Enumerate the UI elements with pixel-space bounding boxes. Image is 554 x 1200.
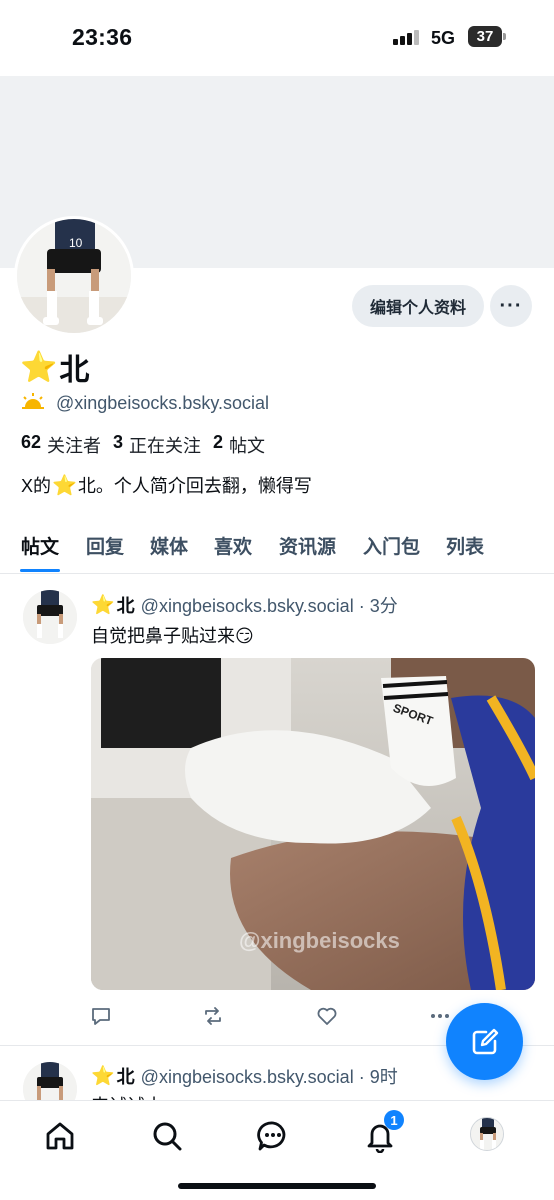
star-icon: ⭐ [20, 350, 58, 384]
tab-likes[interactable]: 喜欢 [214, 532, 252, 559]
post-author-name[interactable]: 北 [117, 592, 135, 618]
bio-suffix: 北。个人简介回去翻，懒得写 [77, 476, 312, 496]
tab-starter-packs[interactable]: 入门包 [363, 532, 420, 559]
nav-profile-avatar[interactable] [470, 1117, 504, 1151]
posts-count: 2 [213, 432, 224, 452]
post-header: ⭐ 北 @xingbeisocks.bsky.social · 3分 [91, 592, 398, 618]
tab-replies[interactable]: 回复 [86, 532, 124, 559]
post-avatar[interactable] [23, 590, 77, 644]
tab-media[interactable]: 媒体 [150, 532, 188, 559]
search-icon[interactable] [150, 1119, 184, 1153]
post-author-name[interactable]: 北 [117, 1063, 135, 1089]
home-icon[interactable] [43, 1119, 77, 1153]
tab-feeds[interactable]: 资讯源 [279, 532, 336, 559]
followers-count[interactable]: 62 [21, 432, 41, 458]
post-header: ⭐ 北 @xingbeisocks.bsky.social · 9时 [91, 1063, 398, 1089]
compose-button[interactable] [446, 1003, 523, 1080]
notifications-badge: 1 [384, 1110, 404, 1130]
watermark-text: @xingbeisocks [239, 928, 400, 953]
post-author[interactable]: ⭐ 北 [91, 592, 135, 618]
post-text: 自觉把鼻子贴过来😏 [91, 626, 254, 646]
profile-bio: X的 ⭐ 北。个人简介回去翻，懒得写 [21, 472, 312, 498]
post-handle-time[interactable]: @xingbeisocks.bsky.social · 3分 [141, 592, 398, 618]
home-indicator[interactable] [178, 1183, 376, 1189]
like-icon[interactable] [315, 1004, 339, 1028]
handle-row: @xingbeisocks.bsky.social [22, 393, 269, 414]
display-name-text: 北 [59, 354, 90, 387]
active-tab-indicator [20, 569, 60, 572]
handle-text: @xingbeisocks.bsky.social [56, 393, 270, 413]
battery-icon: 37 [468, 26, 506, 47]
display-name: ⭐ 北 [20, 345, 89, 389]
svg-text:10: 10 [69, 236, 83, 250]
post-handle-time[interactable]: @xingbeisocks.bsky.social · 9时 [141, 1063, 398, 1089]
posts-label: 帖文 [229, 436, 266, 456]
tab-posts[interactable]: 帖文 [21, 532, 59, 559]
star-icon: ⭐ [52, 474, 77, 497]
followers-label[interactable]: 关注者 [47, 432, 101, 458]
profile-stats: 62 关注者 3 正在关注 2 帖文 [21, 432, 277, 458]
following-count[interactable]: 3 [113, 432, 123, 458]
bio-prefix: X的 [21, 476, 52, 496]
signal-icon [393, 29, 421, 45]
tab-lists[interactable]: 列表 [446, 532, 484, 559]
status-bar: 23:36 5G 37 [0, 0, 554, 76]
profile-tabs: 帖文 回复 媒体 喜欢 资讯源 入门包 列表 [0, 520, 554, 574]
star-icon: ⭐ [91, 1066, 115, 1087]
more-icon[interactable] [428, 1004, 452, 1028]
post-image[interactable]: SPORT @xingbeisocks [91, 658, 535, 990]
chat-icon[interactable] [256, 1119, 290, 1153]
sunrise-icon [22, 393, 44, 414]
star-icon: ⭐ [91, 595, 115, 616]
post-author[interactable]: ⭐ 北 [91, 1063, 135, 1089]
more-options-button[interactable]: ··· [490, 285, 532, 327]
reply-icon[interactable] [89, 1004, 113, 1028]
profile-avatar[interactable]: 10 [14, 216, 134, 336]
status-time: 23:36 [72, 24, 133, 50]
repost-icon[interactable] [201, 1004, 225, 1028]
network-label: 5G [431, 28, 456, 48]
edit-profile-button[interactable]: 编辑个人资料 [352, 285, 484, 327]
compose-icon [472, 1028, 498, 1054]
following-label[interactable]: 正在关注 [129, 432, 201, 458]
